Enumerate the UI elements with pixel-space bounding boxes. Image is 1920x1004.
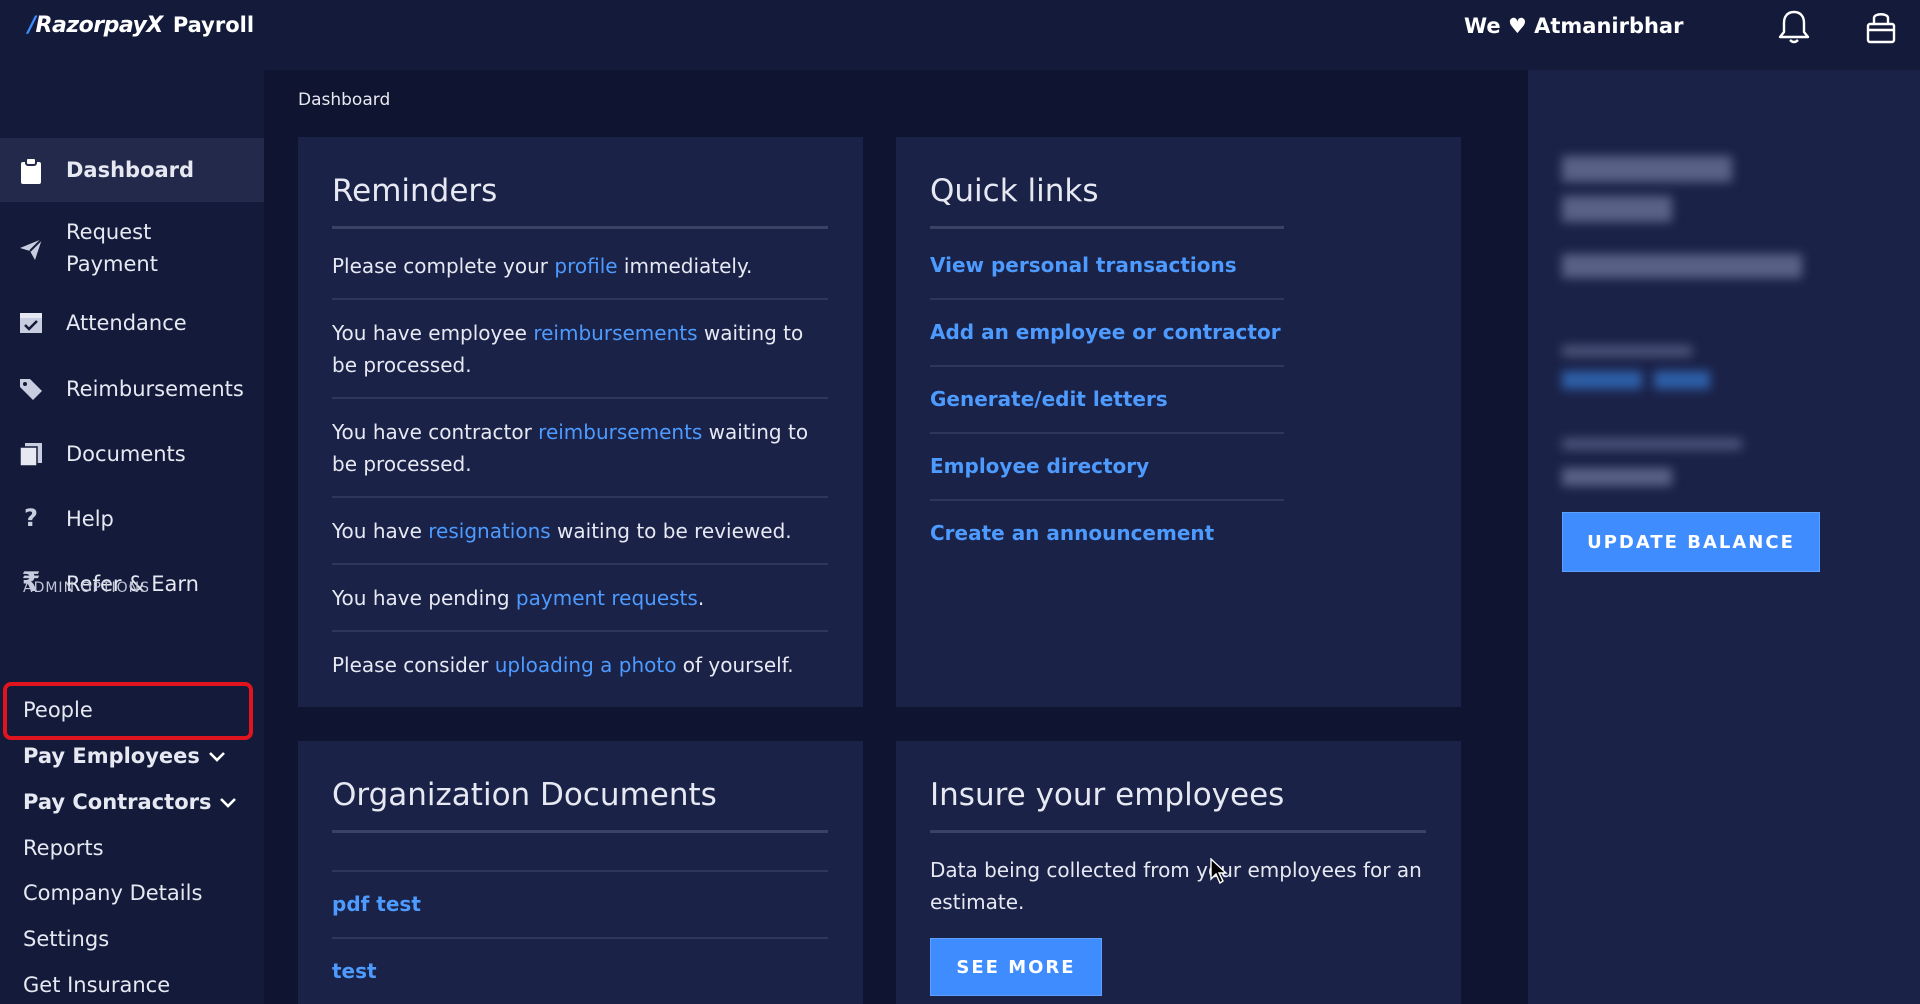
brand-logo: /RazorpayX	[28, 12, 163, 38]
title-divider	[332, 830, 828, 833]
blurred-balance	[1562, 468, 1672, 486]
blurred-label	[1562, 345, 1692, 357]
sidebar-item-label: Attendance	[66, 311, 187, 335]
lock-icon[interactable]	[1863, 8, 1899, 46]
admin-item-people[interactable]: People	[23, 698, 93, 722]
quick-link-create-announcement[interactable]: Create an announcement	[930, 521, 1214, 545]
mouse-cursor-icon	[1210, 857, 1228, 885]
quick-link-employee-directory[interactable]: Employee directory	[930, 454, 1149, 478]
title-divider	[930, 226, 1284, 229]
divider	[332, 298, 828, 300]
calendar-check-icon	[18, 310, 44, 336]
question-icon: ?	[24, 504, 38, 532]
quick-link-generate-letters[interactable]: Generate/edit letters	[930, 387, 1168, 411]
tag-icon	[18, 376, 44, 402]
blurred-account-number	[1562, 254, 1802, 278]
title-divider	[930, 830, 1426, 833]
paper-plane-icon	[18, 236, 44, 262]
reminder-item: You have employee reimbursements waiting…	[332, 321, 804, 377]
sidebar-item-dashboard[interactable]: Dashboard	[0, 138, 264, 202]
tagline: We ♥ Atmanirbhar	[1464, 14, 1684, 38]
documents-icon	[18, 441, 44, 467]
document-link[interactable]: pdf test	[332, 892, 421, 916]
sidebar-item-label: Request	[66, 220, 152, 244]
reminders-title: Reminders	[332, 173, 498, 209]
sidebar-item-label: Help	[66, 507, 114, 531]
quick-link-add-employee[interactable]: Add an employee or contractor	[930, 320, 1281, 344]
bell-icon[interactable]	[1776, 8, 1812, 46]
admin-options-heading: ADMIN OPTIONS	[23, 580, 151, 596]
admin-item-settings[interactable]: Settings	[23, 927, 109, 951]
divider	[332, 937, 828, 939]
divider	[332, 563, 828, 565]
quick-link-view-transactions[interactable]: View personal transactions	[930, 253, 1237, 277]
account-panel: UPDATE BALANCE	[1528, 70, 1920, 1004]
sidebar-item-label: Reimbursements	[66, 377, 244, 401]
divider	[930, 432, 1284, 434]
logo[interactable]: /RazorpayX Payroll	[28, 8, 254, 42]
insure-description: Data being collected from your employees…	[930, 858, 1422, 914]
sidebar-item-help[interactable]: ? Help	[0, 502, 264, 536]
blurred-label	[1562, 438, 1742, 450]
blurred-badge	[1562, 371, 1642, 389]
org-documents-card: Organization Documents pdf test test	[298, 741, 863, 1004]
update-balance-button[interactable]: UPDATE BALANCE	[1562, 512, 1820, 572]
breadcrumb: Dashboard	[298, 90, 391, 110]
sidebar-item-label-line2: Payment	[66, 252, 158, 276]
sidebar-item-label: Dashboard	[66, 158, 195, 182]
document-link[interactable]: test	[332, 959, 377, 983]
admin-item-pay-contractors[interactable]: Pay Contractors	[23, 790, 237, 814]
admin-item-reports[interactable]: Reports	[23, 836, 104, 860]
upload-photo-link[interactable]: uploading a photo	[495, 653, 677, 677]
employee-reimbursements-link[interactable]: reimbursements	[533, 321, 697, 345]
sidebar-item-attendance[interactable]: Attendance	[0, 306, 264, 340]
divider	[930, 365, 1284, 367]
sidebar-item-documents[interactable]: Documents	[0, 437, 264, 471]
admin-item-label: Pay Employees	[23, 744, 200, 768]
top-bar: /RazorpayX Payroll We ♥ Atmanirbhar	[0, 0, 1920, 70]
blurred-badge	[1654, 371, 1710, 389]
profile-link[interactable]: profile	[554, 254, 617, 278]
title-divider	[332, 226, 828, 229]
payment-requests-link[interactable]: payment requests	[516, 586, 698, 610]
chevron-down-icon	[219, 790, 237, 814]
divider	[930, 499, 1284, 501]
quick-links-title: Quick links	[930, 173, 1099, 209]
reminder-item: Please complete your profile immediately…	[332, 254, 753, 278]
clipboard-icon	[18, 157, 44, 184]
divider	[930, 298, 1284, 300]
admin-item-pay-employees[interactable]: Pay Employees	[23, 744, 226, 768]
blurred-name	[1562, 156, 1732, 182]
reminder-item: You have resignations waiting to be revi…	[332, 519, 792, 543]
divider	[332, 496, 828, 498]
admin-item-label: Pay Contractors	[23, 790, 212, 814]
reminders-card: Reminders Please complete your profile i…	[298, 137, 863, 707]
quick-links-card: Quick links View personal transactions A…	[896, 137, 1461, 707]
admin-item-company-details[interactable]: Company Details	[23, 881, 202, 905]
blurred-name	[1562, 196, 1672, 222]
reminder-item: You have contractor reimbursements waiti…	[332, 420, 809, 476]
see-more-button[interactable]: SEE MORE	[930, 938, 1102, 996]
contractor-reimbursements-link[interactable]: reimbursements	[538, 420, 702, 444]
admin-item-get-insurance[interactable]: Get Insurance	[23, 973, 170, 997]
sidebar-item-request-payment[interactable]: Request Payment	[0, 210, 264, 290]
chevron-down-icon	[208, 744, 226, 768]
divider	[332, 397, 828, 399]
reminder-item: You have pending payment requests.	[332, 586, 705, 610]
resignations-link[interactable]: resignations	[428, 519, 550, 543]
sidebar-item-reimbursements[interactable]: Reimbursements	[0, 372, 264, 406]
sidebar-item-label: Documents	[66, 442, 186, 466]
divider	[332, 630, 828, 632]
product-name: Payroll	[172, 13, 255, 37]
reminder-item: Please consider uploading a photo of you…	[332, 653, 794, 677]
insure-card: Insure your employees Data being collect…	[896, 741, 1461, 1004]
org-documents-title: Organization Documents	[332, 777, 717, 813]
insure-title: Insure your employees	[930, 777, 1285, 813]
divider	[332, 870, 828, 872]
